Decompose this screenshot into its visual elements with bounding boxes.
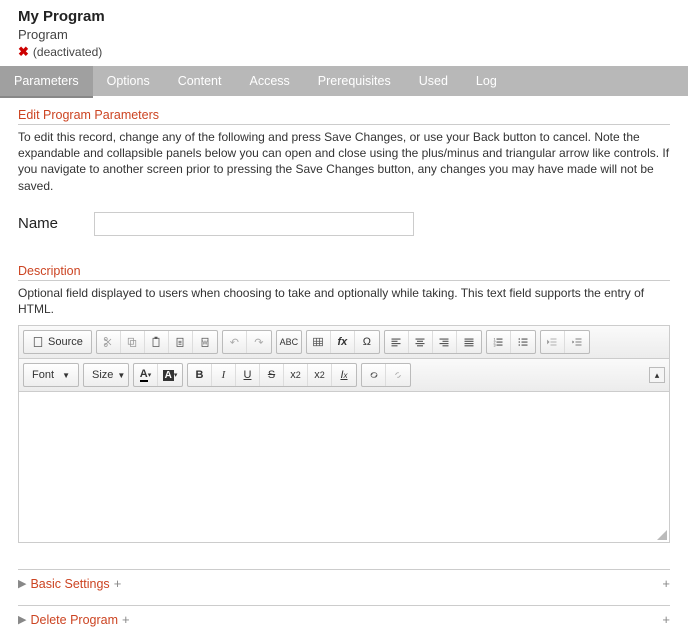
- panel-delete-program[interactable]: ▶ Delete Program + +: [18, 605, 670, 627]
- plus-icon-right: +: [662, 612, 670, 627]
- plus-icon: +: [122, 612, 130, 627]
- panel-delete-label: Delete Program: [30, 613, 118, 627]
- document-icon: [32, 336, 44, 348]
- italic-button[interactable]: I: [212, 364, 236, 386]
- svg-text:W: W: [202, 340, 207, 346]
- superscript-button[interactable]: x2: [308, 364, 332, 386]
- size-select[interactable]: Size▼: [84, 364, 128, 386]
- tab-parameters[interactable]: Parameters: [0, 66, 93, 96]
- link-icon: [368, 369, 380, 381]
- name-label: Name: [18, 215, 76, 232]
- bg-color-button[interactable]: A▾: [158, 364, 182, 386]
- name-input[interactable]: [94, 212, 414, 236]
- align-right-button[interactable]: [433, 331, 457, 353]
- tab-content[interactable]: Content: [164, 66, 236, 96]
- align-center-icon: [414, 336, 426, 348]
- page-subtitle: Program: [18, 27, 670, 42]
- remove-format-button[interactable]: Ix: [332, 364, 356, 386]
- bullet-list-button[interactable]: [511, 331, 535, 353]
- strike-button[interactable]: S: [260, 364, 284, 386]
- bullet-list-icon: [517, 336, 529, 348]
- outdent-button[interactable]: [541, 331, 565, 353]
- numbered-list-button[interactable]: 123: [487, 331, 511, 353]
- special-char-button[interactable]: Ω: [355, 331, 379, 353]
- tab-access[interactable]: Access: [235, 66, 303, 96]
- copy-button[interactable]: [121, 331, 145, 353]
- paste-word-button[interactable]: W: [193, 331, 217, 353]
- align-left-icon: [390, 336, 402, 348]
- tab-options[interactable]: Options: [93, 66, 164, 96]
- section-edit-parameters: Edit Program Parameters: [18, 108, 670, 125]
- section-description: Description: [18, 264, 670, 281]
- editor-content-area[interactable]: [19, 392, 669, 542]
- tab-used[interactable]: Used: [405, 66, 462, 96]
- spellcheck-button[interactable]: ABC: [277, 331, 301, 353]
- deactivated-icon: ✖: [18, 44, 29, 60]
- paste-word-icon: W: [199, 336, 211, 348]
- formula-button[interactable]: fx: [331, 331, 355, 353]
- description-help: Optional field displayed to users when c…: [18, 285, 670, 317]
- cut-button[interactable]: [97, 331, 121, 353]
- table-icon: [312, 336, 324, 348]
- tab-log[interactable]: Log: [462, 66, 511, 96]
- chevron-right-icon: ▶: [18, 577, 26, 590]
- align-center-button[interactable]: [409, 331, 433, 353]
- redo-button[interactable]: ↷: [247, 331, 271, 353]
- chevron-right-icon: ▶: [18, 613, 26, 626]
- page-title: My Program: [18, 0, 670, 25]
- panel-basic-label: Basic Settings: [30, 577, 109, 591]
- cut-icon: [102, 336, 114, 348]
- tab-prerequisites[interactable]: Prerequisites: [304, 66, 405, 96]
- paste-text-button[interactable]: [169, 331, 193, 353]
- rich-text-editor: Source W ↶ ↷ ABC fx Ω: [18, 325, 670, 543]
- indent-button[interactable]: [565, 331, 589, 353]
- numbered-list-icon: 123: [492, 336, 504, 348]
- plus-icon: +: [114, 576, 122, 591]
- paste-text-icon: [174, 336, 186, 348]
- indent-icon: [571, 336, 583, 348]
- status-row: ✖ (deactivated): [18, 44, 670, 60]
- paste-button[interactable]: [145, 331, 169, 353]
- outdent-icon: [546, 336, 558, 348]
- link-button[interactable]: [362, 364, 386, 386]
- subscript-button[interactable]: x2: [284, 364, 308, 386]
- resize-grip[interactable]: [657, 530, 667, 540]
- paste-icon: [150, 336, 162, 348]
- align-justify-button[interactable]: [457, 331, 481, 353]
- align-left-button[interactable]: [385, 331, 409, 353]
- table-button[interactable]: [307, 331, 331, 353]
- source-button[interactable]: Source: [24, 331, 91, 353]
- toolbar-collapse-button[interactable]: ▴: [649, 367, 665, 383]
- editor-toolbar-row2: Font▼ Size▼ A▾ A▾ B I U S x2 x2 Ix: [19, 359, 669, 392]
- unlink-button[interactable]: [386, 364, 410, 386]
- align-right-icon: [438, 336, 450, 348]
- editor-toolbar-row1: Source W ↶ ↷ ABC fx Ω: [19, 326, 669, 359]
- svg-text:3: 3: [494, 344, 496, 348]
- panel-basic-settings[interactable]: ▶ Basic Settings + +: [18, 569, 670, 591]
- parameters-help: To edit this record, change any of the f…: [18, 129, 670, 194]
- status-text: (deactivated): [33, 45, 102, 59]
- undo-button[interactable]: ↶: [223, 331, 247, 353]
- bold-button[interactable]: B: [188, 364, 212, 386]
- align-justify-icon: [463, 336, 475, 348]
- plus-icon-right: +: [662, 576, 670, 591]
- underline-button[interactable]: U: [236, 364, 260, 386]
- unlink-icon: [392, 369, 404, 381]
- copy-icon: [126, 336, 138, 348]
- text-color-button[interactable]: A▾: [134, 364, 158, 386]
- font-select[interactable]: Font▼: [24, 364, 78, 386]
- tab-bar: Parameters Options Content Access Prereq…: [0, 66, 688, 96]
